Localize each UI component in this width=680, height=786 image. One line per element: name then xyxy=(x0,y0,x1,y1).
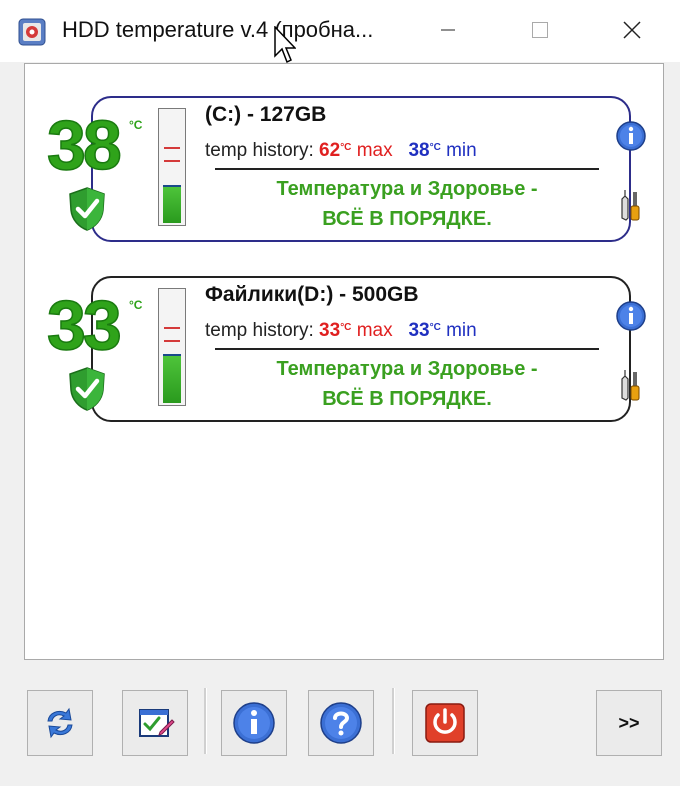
temperature-unit: °C xyxy=(129,118,143,132)
tools-icon[interactable] xyxy=(619,188,643,222)
history-max-label: max xyxy=(356,140,393,161)
temp-history: temp history: 33°C max 33°C min xyxy=(205,320,477,342)
shield-check-icon xyxy=(69,367,105,411)
gauge-level-line xyxy=(163,354,181,356)
toolbar-separator xyxy=(392,688,395,754)
history-max-value: 62 xyxy=(319,140,341,161)
toolbar-separator xyxy=(204,688,207,754)
help-icon xyxy=(320,702,362,744)
status-line-2: ВСЁ В ПОРЯДКЕ. xyxy=(322,388,492,410)
disk-panel-c: 38 °C (C:) - 127GB temp history: 62°C ma… xyxy=(25,92,665,252)
close-icon xyxy=(623,21,641,39)
history-max-label: max xyxy=(356,320,393,341)
app-icon xyxy=(18,18,46,46)
info-button[interactable] xyxy=(221,690,287,756)
status-line-1: Температура и Здоровье - xyxy=(276,358,538,380)
gauge-min-mark xyxy=(164,340,180,342)
status-line-2: ВСЁ В ПОРЯДКЕ. xyxy=(322,208,492,230)
disk-panel-d: 33 °C Файлики(D:) - 500GB temp history: … xyxy=(25,272,665,432)
close-button[interactable] xyxy=(608,10,656,50)
mouse-cursor-icon xyxy=(274,26,296,64)
separator xyxy=(215,168,599,170)
history-min-label: min xyxy=(446,320,477,341)
disk-name: Файлики(D:) - 500GB xyxy=(205,283,419,306)
history-label: temp history: xyxy=(205,320,314,341)
power-icon xyxy=(425,703,465,743)
temperature-unit: °C xyxy=(129,298,143,312)
shield-check-icon xyxy=(69,187,105,231)
info-icon[interactable] xyxy=(615,120,647,152)
disk-list: 38 °C (C:) - 127GB temp history: 62°C ma… xyxy=(24,63,664,660)
gauge-fill xyxy=(163,187,181,223)
history-min-unit: °C xyxy=(429,142,441,153)
title-bar: HDD temperature v.4 (пробна... xyxy=(0,0,680,64)
history-max-unit: °C xyxy=(340,142,352,153)
more-label: >> xyxy=(618,712,640,733)
history-min-unit: °C xyxy=(429,322,441,333)
maximize-button[interactable] xyxy=(516,10,564,50)
help-button[interactable] xyxy=(308,690,374,756)
gauge-min-mark xyxy=(164,160,180,162)
history-max-value: 33 xyxy=(319,320,341,341)
refresh-icon xyxy=(47,707,73,739)
history-min-value: 38 xyxy=(408,140,430,161)
gauge-max-mark xyxy=(164,327,180,329)
gauge-fill xyxy=(163,356,181,403)
history-min-label: min xyxy=(446,140,477,161)
minimize-icon xyxy=(441,29,455,31)
separator xyxy=(215,348,599,350)
temp-history: temp history: 62°C max 38°C min xyxy=(205,140,477,162)
more-button[interactable]: >> xyxy=(596,690,662,756)
history-label: temp history: xyxy=(205,140,314,161)
power-button[interactable] xyxy=(412,690,478,756)
maximize-icon xyxy=(532,22,548,38)
window-title: HDD temperature v.4 (пробна... xyxy=(62,17,374,42)
history-max-unit: °C xyxy=(340,322,352,333)
disk-temperature: 38 xyxy=(46,106,122,184)
settings-edit-icon xyxy=(139,709,175,737)
bottom-toolbar: >> xyxy=(0,664,680,786)
disk-temperature: 33 xyxy=(46,286,122,364)
tools-icon[interactable] xyxy=(619,368,643,402)
settings-button[interactable] xyxy=(122,690,188,756)
gauge-max-mark xyxy=(164,147,180,149)
history-min-value: 33 xyxy=(408,320,430,341)
temperature-gauge xyxy=(158,288,186,406)
info-icon xyxy=(233,702,275,744)
info-icon[interactable] xyxy=(615,300,647,332)
minimize-button[interactable] xyxy=(424,10,472,50)
refresh-button[interactable] xyxy=(27,690,93,756)
disk-name: (C:) - 127GB xyxy=(205,103,327,126)
gauge-level-line xyxy=(163,185,181,187)
health-status: Температура и Здоровье - ВСЁ В ПОРЯДКЕ. xyxy=(215,174,599,234)
health-status: Температура и Здоровье - ВСЁ В ПОРЯДКЕ. xyxy=(215,354,599,414)
status-line-1: Температура и Здоровье - xyxy=(276,178,538,200)
temperature-gauge xyxy=(158,108,186,226)
